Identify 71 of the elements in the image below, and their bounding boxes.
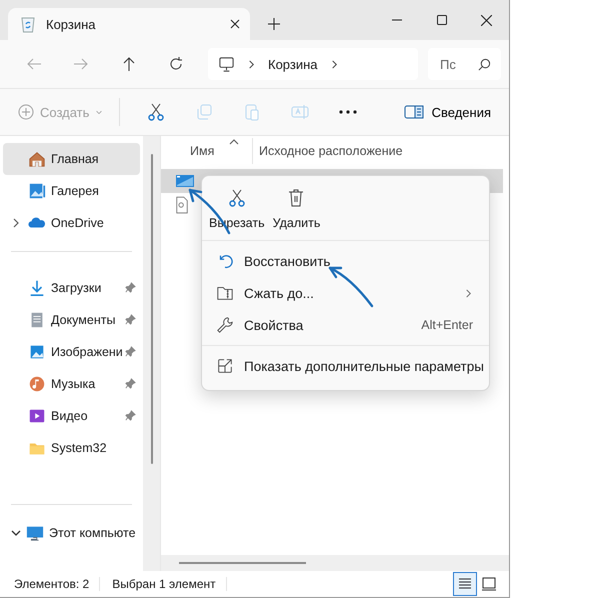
tab-title: Корзина bbox=[46, 16, 97, 32]
wrench-icon bbox=[216, 316, 234, 334]
forward-arrow-icon bbox=[73, 56, 90, 72]
menu-item[interactable]: Свойства Alt+Enter bbox=[206, 309, 485, 341]
plus-icon bbox=[268, 18, 280, 30]
chevron-down-icon bbox=[95, 108, 104, 116]
list-view-icon bbox=[458, 577, 472, 591]
recycle-bin-icon bbox=[20, 15, 36, 33]
music-icon bbox=[28, 375, 46, 393]
sidebar-item[interactable]: System32 bbox=[3, 432, 140, 464]
rename-icon bbox=[290, 102, 310, 122]
close-icon bbox=[481, 14, 492, 26]
column-header[interactable]: Исходное расположение bbox=[253, 138, 403, 164]
more-icon bbox=[338, 109, 358, 115]
gallery-icon bbox=[28, 182, 46, 200]
search-field[interactable]: Пс bbox=[428, 48, 501, 80]
monitor-icon bbox=[218, 56, 235, 72]
sidebar-item[interactable]: Главная bbox=[3, 143, 140, 175]
close-tab-button[interactable] bbox=[230, 19, 240, 29]
details-pane-icon bbox=[404, 104, 424, 120]
shortcut-text: Alt+Enter bbox=[421, 318, 473, 332]
search-icon bbox=[478, 58, 491, 71]
plus-circle-icon bbox=[18, 104, 34, 120]
scissors-icon bbox=[226, 188, 247, 208]
scrollbar-thumb[interactable] bbox=[150, 154, 152, 464]
annotation-arrow bbox=[328, 266, 374, 308]
sidebar-item[interactable]: Документы bbox=[3, 304, 140, 336]
refresh-icon bbox=[168, 56, 184, 72]
pin-icon bbox=[125, 410, 136, 421]
sidebar-item[interactable]: Галерея bbox=[3, 175, 140, 207]
open-external-icon bbox=[216, 357, 234, 375]
scissors-icon bbox=[146, 102, 166, 122]
maximize-icon bbox=[436, 15, 446, 25]
pin-icon bbox=[125, 282, 136, 293]
close-icon bbox=[230, 19, 240, 29]
tiles-view-icon bbox=[481, 576, 497, 592]
sidebar-item[interactable]: Изображени bbox=[3, 336, 140, 368]
menu-item[interactable]: Восстановить bbox=[206, 245, 485, 277]
details-view-button[interactable] bbox=[453, 572, 477, 596]
menu-item[interactable]: Показать дополнительные параметры bbox=[206, 350, 485, 382]
chevron-right-icon bbox=[330, 60, 339, 68]
zip-folder-icon bbox=[216, 284, 234, 302]
status-text: Элементов: 2 bbox=[14, 577, 100, 591]
image-file-icon bbox=[175, 173, 195, 189]
scrollbar-thumb[interactable] bbox=[179, 562, 306, 564]
minimize-icon bbox=[392, 19, 402, 21]
pin-icon bbox=[125, 314, 136, 325]
tab[interactable]: Корзина bbox=[8, 8, 250, 40]
sidebar-item[interactable]: Этот компьюте bbox=[3, 517, 140, 549]
column-header[interactable]: Имя bbox=[161, 138, 253, 164]
details-button[interactable]: Сведения bbox=[396, 96, 499, 128]
sidebar-item[interactable]: Музыка bbox=[3, 368, 140, 400]
picture-icon bbox=[28, 343, 46, 361]
sort-caret-icon bbox=[229, 139, 239, 145]
menu-item[interactable]: Сжать до... bbox=[206, 277, 485, 309]
breadcrumb[interactable]: Корзина bbox=[268, 56, 318, 72]
status-text: Выбран 1 элемент bbox=[112, 577, 227, 591]
sidebar-item[interactable]: OneDrive bbox=[3, 207, 140, 239]
chevron-right-icon bbox=[247, 60, 256, 68]
address-bar[interactable]: Корзина bbox=[208, 48, 418, 80]
menu-action-button[interactable]: Удалить bbox=[270, 184, 324, 234]
pin-icon bbox=[125, 378, 136, 389]
computer-icon bbox=[26, 524, 44, 542]
file-icon bbox=[175, 196, 189, 214]
pin-icon bbox=[125, 346, 136, 357]
download-icon bbox=[28, 279, 46, 297]
sidebar-item[interactable]: Видео bbox=[3, 400, 140, 432]
video-icon bbox=[28, 407, 46, 425]
back-arrow-icon bbox=[26, 56, 42, 72]
home-icon bbox=[28, 150, 46, 168]
sidebar-item[interactable]: Загрузки bbox=[3, 272, 140, 304]
